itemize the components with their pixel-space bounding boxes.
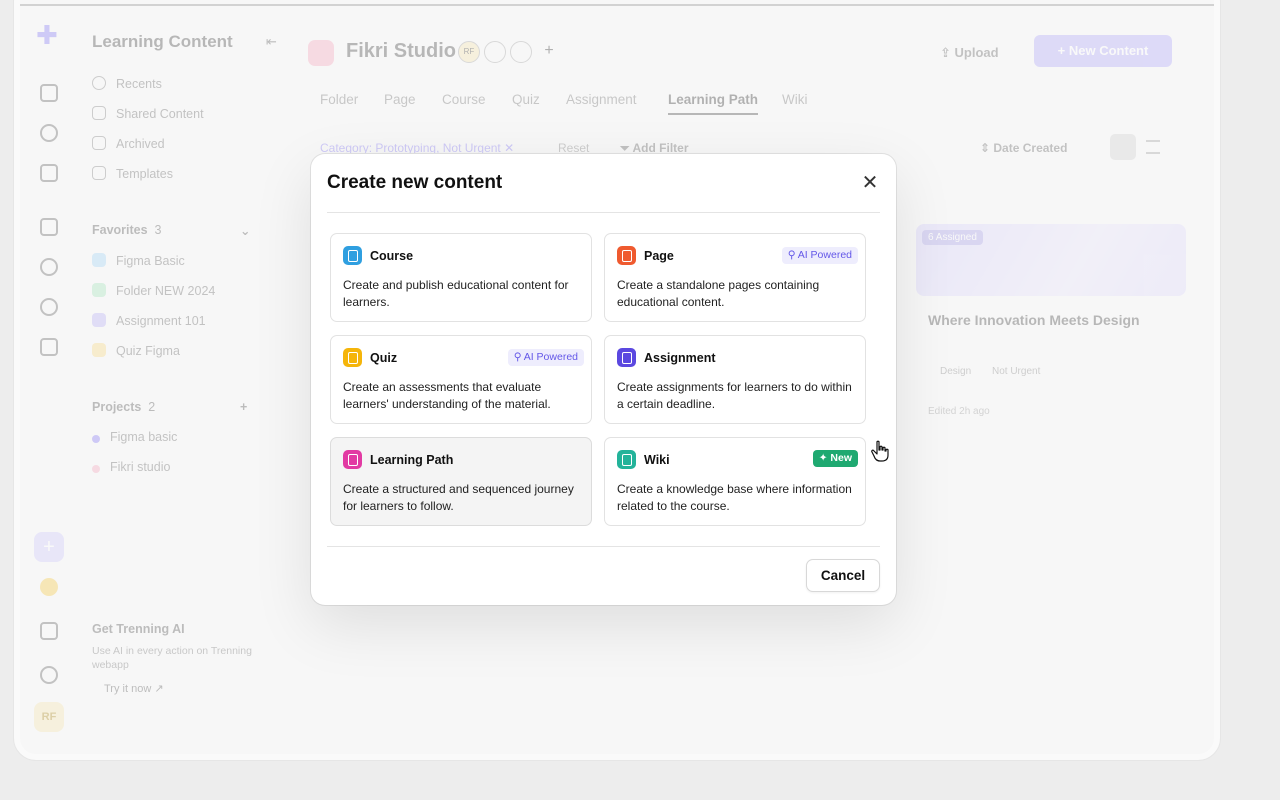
favorite-item[interactable]: Figma Basic [92,253,185,268]
project-item[interactable]: Figma basic [92,430,177,444]
tab-page[interactable]: Page [384,92,416,107]
analytics-icon[interactable] [40,622,58,640]
ai-promo-desc: Use AI in every action on Trenning webap… [92,645,252,671]
ai-powered-badge: ⚲ AI Powered [507,349,584,366]
option-quiz[interactable]: Quiz ⚲ AI Powered Create an assessments … [330,335,592,424]
add-member-icon[interactable]: + [538,41,560,63]
option-description: Create assignments for learners to do wi… [617,380,852,411]
user-avatar[interactable]: RF [34,702,64,732]
option-learning-path[interactable]: Learning Path Create a structured and se… [330,437,592,526]
member-avatar-placeholder[interactable] [484,41,506,63]
wiki-icon [617,450,636,469]
learning-path-icon [343,450,362,469]
home-icon[interactable] [40,84,58,102]
option-name: Course [370,249,414,263]
quiz-icon [343,348,362,367]
sidebar-item-recents[interactable]: Recents [92,76,162,91]
icon-rail: ✚ + RF [20,0,80,754]
create-button[interactable]: + [34,532,64,562]
card-edited-time: Edited 2h ago [928,406,990,417]
sidebar-title: Learning Content [92,32,233,51]
modal-title: Create new content [327,172,503,193]
favorites-header[interactable]: Favorites 3 ⌄ [92,223,250,238]
projects-header[interactable]: Projects 2 + [92,400,247,414]
option-name: Page [644,249,674,263]
list-view-icon[interactable] [1146,140,1160,154]
user-icon[interactable] [40,258,58,276]
option-name: Quiz [370,351,398,365]
settings-icon[interactable] [40,666,58,684]
sort-dropdown[interactable]: ⇕ Date Created [980,141,1067,155]
sidebar-item-archived[interactable]: Archived [92,136,165,151]
ai-promo-title: Get Trenning AI [92,622,185,636]
option-description: Create a knowledge base where informatio… [617,482,852,513]
course-icon [343,246,362,265]
card-thumbnail[interactable]: 6 Assigned [916,224,1186,296]
window-top-border [20,4,1214,6]
tab-wiki[interactable]: Wiki [782,92,808,107]
option-name: Learning Path [370,453,454,467]
category-filter-chip[interactable]: Category: Prototyping, Not Urgent ✕ [320,141,514,155]
new-badge: ✦ New [812,450,858,467]
option-page[interactable]: Page ⚲ AI Powered Create a standalone pa… [604,233,866,322]
badge-icon[interactable] [40,338,58,356]
new-content-button[interactable]: + New Content [1034,35,1172,67]
option-name: Assignment [644,351,716,365]
page-icon [617,246,636,265]
sidebar: Learning Content ⇤ Recents Shared Conten… [80,0,277,754]
grid-view-icon[interactable] [1110,134,1136,160]
option-course[interactable]: Course Create and publish educational co… [330,233,592,322]
member-avatar[interactable]: RF [458,41,480,63]
favorite-item[interactable]: Quiz Figma [92,343,180,358]
assigned-badge: 6 Assigned [922,230,983,245]
option-description: Create and publish educational content f… [343,278,569,309]
sidebar-item-templates[interactable]: Templates [92,166,173,181]
reset-filter-button[interactable]: Reset [558,141,589,155]
upload-button[interactable]: ⇪ Upload [940,45,999,61]
option-name: Wiki [644,453,670,467]
project-item[interactable]: Fikri studio [92,460,170,474]
ai-powered-badge: ⚲ AI Powered [781,247,858,264]
option-description: Create a structured and sequenced journe… [343,482,574,513]
close-icon[interactable]: ✕ [861,173,879,193]
try-ai-link[interactable]: Try it now ↗ [104,682,252,695]
create-content-modal: Create new content ✕ Course Create and p… [311,154,896,605]
studio-title: Fikri Studio [346,40,456,62]
tab-folder[interactable]: Folder [320,92,358,107]
pie-chart-icon[interactable] [40,298,58,316]
activity-icon[interactable] [40,164,58,182]
member-avatar-placeholder[interactable] [510,41,532,63]
option-assignment[interactable]: Assignment Create assignments for learne… [604,335,866,424]
option-description: Create a standalone pages containing edu… [617,278,820,309]
studio-icon [308,40,334,66]
tab-assignment[interactable]: Assignment [566,92,637,107]
option-wiki[interactable]: Wiki ✦ New Create a knowledge base where… [604,437,866,526]
chat-icon[interactable] [40,124,58,142]
divider [327,546,880,547]
tab-course[interactable]: Course [442,92,486,107]
tab-learning-path[interactable]: Learning Path [668,92,759,115]
divider [327,212,880,213]
book-icon[interactable] [40,218,58,236]
bolt-icon[interactable] [40,578,58,596]
sidebar-item-shared[interactable]: Shared Content [92,106,204,121]
card-tag: Not Urgent [992,366,1041,377]
option-description: Create an assessments that evaluate lear… [343,380,551,411]
favorite-item[interactable]: Folder NEW 2024 [92,283,215,298]
tab-quiz[interactable]: Quiz [512,92,540,107]
hand-cursor-icon [871,440,889,462]
collapse-sidebar-icon[interactable]: ⇤ [266,34,277,50]
card-tag: Design [940,366,972,377]
assignment-icon [617,348,636,367]
cancel-button[interactable]: Cancel [806,559,880,592]
favorite-item[interactable]: Assignment 101 [92,313,206,328]
app-logo: ✚ [36,20,58,50]
ai-promo-card: Get Trenning AI Use AI in every action o… [92,582,252,695]
card-title[interactable]: Where Innovation Meets Design [928,312,1140,328]
